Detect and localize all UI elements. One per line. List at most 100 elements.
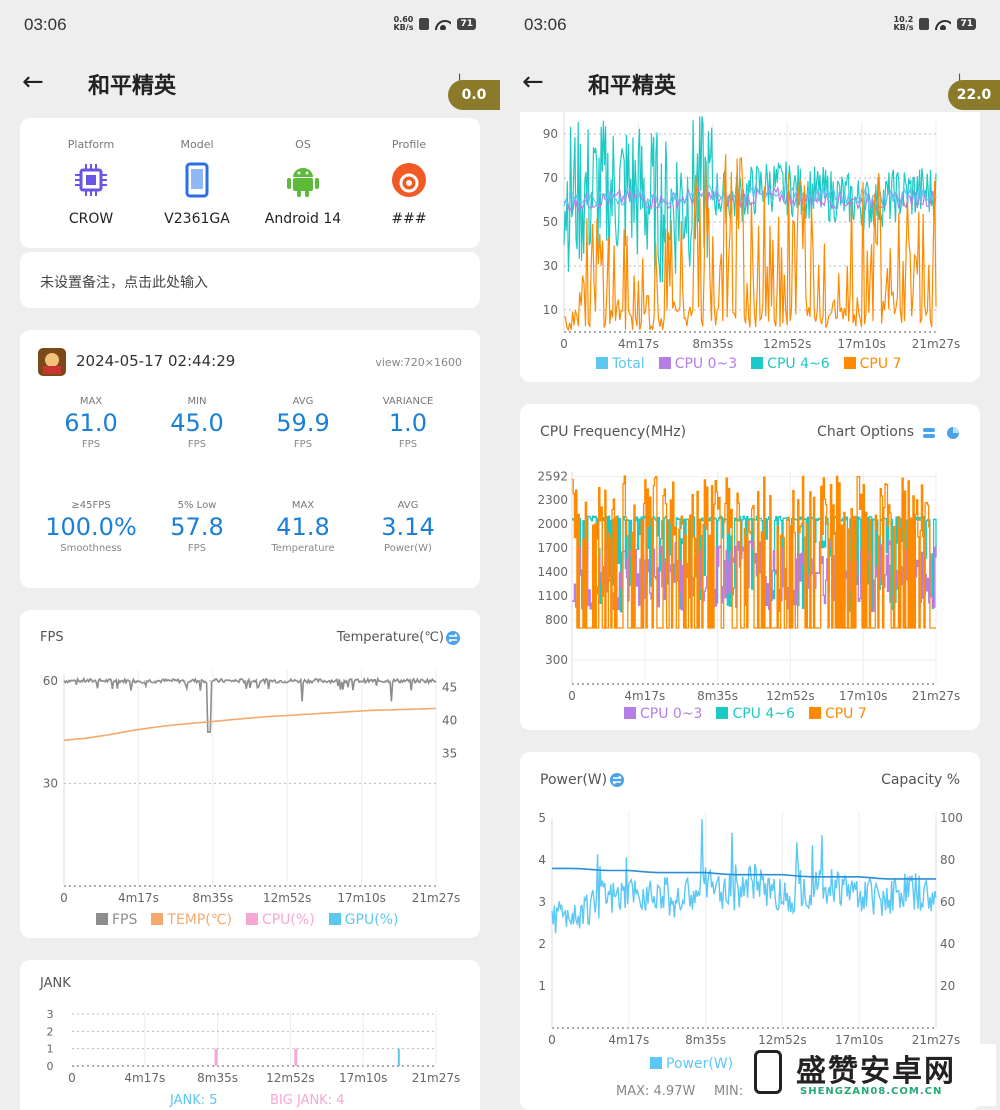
platform-label: Platform — [67, 138, 115, 151]
jank-x-tick: 17m10s — [339, 1071, 387, 1085]
temp-y-tick: 45 — [442, 680, 457, 694]
legend-gpu[interactable]: GPU(%) — [328, 912, 398, 928]
cpu-usage-y-tick: 90 — [543, 127, 558, 141]
fps-y-tick: 60 — [43, 674, 58, 688]
stat-max-temperature: MAX 41.8 Temperature — [255, 500, 351, 554]
stat-unit: FPS — [81, 439, 101, 450]
stat-unit: FPS — [187, 439, 207, 450]
jank-x-tick: 0 — [68, 1071, 76, 1085]
net-speed: 10.2 KB/s — [893, 16, 913, 32]
battery-icon: 71 — [457, 18, 476, 30]
jank-y-tick: 0 — [47, 1060, 54, 1073]
game-icon — [38, 348, 66, 376]
cpu-usage-y-tick: 30 — [543, 259, 558, 273]
stat-label: MIN — [187, 396, 207, 407]
stat-max-fps: MAX 61.0 FPS — [43, 396, 139, 450]
temp-y-tick: 40 — [442, 713, 457, 727]
jank-title: JANK — [40, 976, 71, 991]
legend-cpu4-6[interactable]: CPU 4~6 — [751, 356, 830, 372]
summary-stats-card: 2024-05-17 02:44:29 view:720×1600 MAX 61… — [20, 330, 480, 588]
net-speed-unit: KB/s — [893, 23, 914, 32]
stat-unit: FPS — [398, 439, 418, 450]
legend-temp[interactable]: TEMP(℃) — [151, 912, 232, 928]
legend-cpu7[interactable]: CPU 7 — [843, 356, 901, 372]
note-card[interactable]: 未设置备注，点击此处输入 — [20, 252, 480, 308]
cpu-freq-x-tick: 12m52s — [766, 689, 814, 702]
jank-x-tick: 12m52s — [266, 1071, 314, 1085]
jank-bar — [214, 1048, 218, 1066]
stat-label: MAX — [79, 396, 103, 407]
stat-value: 3.14 — [381, 513, 435, 541]
capacity-y-tick: 60 — [940, 895, 955, 909]
stat-5pct-low: 5% Low 57.8 FPS — [149, 500, 245, 554]
jank-count: JANK: 5 — [170, 1093, 218, 1108]
model-value: V2361GA — [164, 211, 230, 227]
pie-chart-icon[interactable] — [946, 426, 960, 440]
fps-pill[interactable]: 0.0 — [448, 80, 500, 110]
capacity-title: Capacity % — [881, 772, 960, 788]
power-max: MAX: 4.97W — [616, 1084, 696, 1099]
clock: 03:06 — [24, 15, 67, 34]
toggle-axis-icon[interactable] — [610, 773, 624, 787]
temp-series-line — [63, 707, 437, 742]
legend-cpu4-6[interactable]: CPU 4~6 — [716, 706, 795, 722]
stat-unit: FPS — [293, 439, 313, 450]
platform-value: CROW — [68, 211, 114, 227]
fps-series-line — [63, 676, 437, 733]
stat-label: 5% Low — [177, 500, 217, 511]
wifi-icon — [935, 18, 952, 30]
jank-chart: 0 4m17s 8m35s 12m52s 17m10s 21m27s 3 2 1 0 — [47, 1008, 461, 1085]
android-icon — [287, 168, 319, 197]
phone-icon — [185, 162, 209, 198]
net-speed-unit: KB/s — [393, 23, 414, 32]
fps-x-tick: 0 — [60, 891, 68, 904]
chart-options-label[interactable]: Chart Options — [817, 424, 914, 440]
capacity-y-tick: 80 — [940, 853, 955, 867]
page-title: 和平精英 — [588, 74, 677, 99]
power-x-tick: 8m35s — [685, 1033, 726, 1047]
cpu-usage-x-tick: 12m52s — [763, 337, 811, 348]
stat-smoothness: ≥45FPS 100.0% Smoothness — [43, 500, 139, 554]
legend-total[interactable]: Total — [596, 356, 645, 372]
status-bar: 03:06 10.2 KB/s 71 — [500, 0, 1000, 50]
cpu-usage-y-tick: 70 — [543, 171, 558, 185]
big-jank-bar — [397, 1048, 400, 1066]
legend-cpu[interactable]: CPU(%) — [245, 912, 315, 928]
legend-power[interactable]: Power(W) — [650, 1056, 733, 1072]
legend-cpu7[interactable]: CPU 7 — [808, 706, 867, 722]
stat-label: AVG — [292, 396, 314, 407]
stack-icon[interactable] — [922, 426, 936, 440]
cpu-frequency-title: CPU Frequency(MHz) — [540, 424, 687, 440]
fps-x-tick: 4m17s — [118, 891, 159, 904]
fps-x-tick: 8m35s — [192, 891, 233, 904]
fps-x-tick: 17m10s — [337, 891, 385, 904]
cpu-freq-x-tick: 0 — [568, 689, 576, 702]
toggle-axis-icon[interactable] — [446, 631, 460, 645]
watermark: 盛赞安卓网 SHENGZAN08.COM.CN — [746, 1044, 996, 1106]
session-datetime: 2024-05-17 02:44:29 — [76, 352, 236, 370]
power-y-tick: 1 — [538, 979, 546, 993]
platform-info: Platform CROW — [46, 138, 136, 227]
cpu-usage-x-tick: 21m27s — [912, 337, 960, 348]
back-arrow-icon[interactable]: ← — [522, 69, 544, 95]
legend-cpu0-3[interactable]: CPU 0~3 — [658, 356, 737, 372]
big-jank-count: BIG JANK: 4 — [270, 1093, 345, 1108]
stat-unit: FPS — [187, 543, 207, 554]
cpu-freq-y-tick: 2300 — [537, 493, 568, 507]
fps-pill[interactable]: 22.0 — [948, 80, 1000, 110]
legend-fps[interactable]: FPS — [96, 912, 137, 928]
status-bar: 03:06 0.60 KB/s 71 — [0, 0, 500, 50]
note-input[interactable]: 未设置备注，点击此处输入 — [40, 272, 208, 292]
clock: 03:06 — [524, 15, 567, 34]
os-label: OS — [295, 138, 311, 151]
jank-y-tick: 2 — [47, 1025, 54, 1038]
stat-value: 100.0% — [45, 513, 137, 541]
fps-x-tick: 12m52s — [263, 891, 311, 904]
power-title: Power(W) — [540, 772, 608, 788]
device-info-card: Platform CROW Model V2361GA OS Android 1… — [20, 118, 480, 248]
cpu-freq-x-tick: 21m27s — [912, 689, 960, 702]
back-arrow-icon[interactable]: ← — [22, 69, 44, 95]
profile-label: Profile — [391, 138, 427, 151]
legend-cpu0-3[interactable]: CPU 0~3 — [624, 706, 702, 722]
model-label: Model — [180, 138, 214, 151]
